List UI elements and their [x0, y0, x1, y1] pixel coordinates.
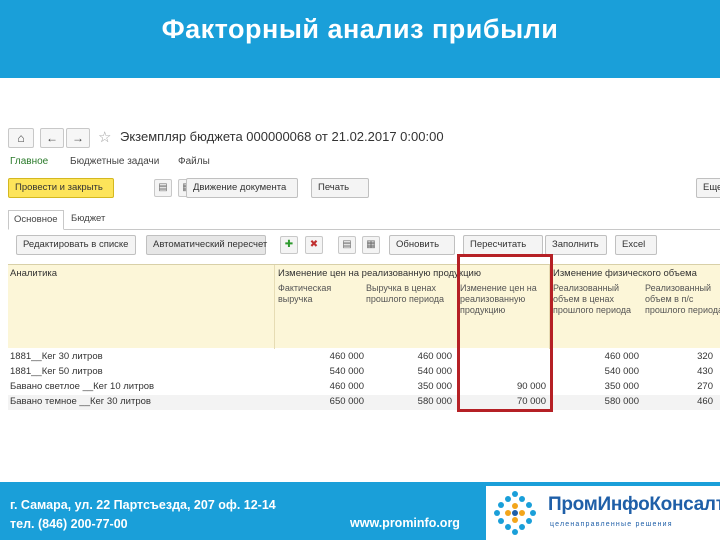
- doc-movement-button[interactable]: Движение документа: [186, 178, 298, 198]
- column-analytics: Аналитика: [10, 268, 58, 279]
- menu-main[interactable]: Главное: [10, 156, 48, 167]
- slide-title: Факторный анализ прибыли: [161, 14, 559, 44]
- logo-name: ПромИнфоКонсалт: [548, 494, 720, 515]
- main-toolbar: Провести и закрыть ▤ ▦ Движение документ…: [8, 178, 720, 202]
- menu-budget-tasks[interactable]: Бюджетные задачи: [70, 156, 159, 167]
- document-title: Экземпляр бюджета 000000068 от 21.02.201…: [120, 129, 444, 144]
- price-change-highlight: [457, 254, 553, 412]
- slide-header: Факторный анализ прибыли: [0, 0, 720, 78]
- table-row[interactable]: 1881__Кег 50 литров 540 000 540 000 540 …: [8, 365, 720, 380]
- column-prev-price-revenue: Выручка в ценах прошлого периода: [366, 283, 445, 304]
- contact-address: г. Самара, ул. 22 Партсъезда, 207 оф. 12…: [10, 496, 276, 534]
- table-row[interactable]: Бавано светлое __Кег 10 литров 460 000 3…: [8, 380, 720, 395]
- edit-in-list-button[interactable]: Редактировать в списке: [16, 235, 136, 255]
- column-actual-revenue: Фактическая выручка: [278, 283, 332, 304]
- excel-button[interactable]: Excel: [615, 235, 657, 255]
- back-arrow-icon[interactable]: ←: [40, 128, 64, 148]
- website-link[interactable]: www.prominfo.org: [350, 516, 460, 530]
- home-icon[interactable]: ⌂: [8, 128, 34, 148]
- refresh-button[interactable]: Обновить: [389, 235, 455, 255]
- column-volume-prev-cost: Реализованный объем в п/с прошлого перио…: [645, 283, 720, 315]
- phone-line: тел. (846) 200-77-00: [10, 517, 128, 531]
- logo-tagline: целенаправленные решения: [550, 521, 673, 528]
- table-toolbar: Редактировать в списке Автоматический пе…: [8, 235, 720, 259]
- column-volume-prev-price: Реализованный объем в ценах прошлого пер…: [553, 283, 632, 315]
- auto-recalc-button[interactable]: Автоматический пересчет: [146, 235, 267, 255]
- group-volume-change: Изменение физического объема: [553, 268, 697, 279]
- tab-budget[interactable]: Бюджет: [66, 210, 110, 230]
- tab-bar: Основное Бюджет: [8, 208, 720, 230]
- more-button[interactable]: Еще: [696, 178, 720, 198]
- fill-button[interactable]: Заполнить: [545, 235, 607, 255]
- recalc-button[interactable]: Пересчитать: [463, 235, 543, 255]
- window-titlebar: ⌂ ← → ☆ Экземпляр бюджета 000000068 от 2…: [8, 118, 720, 152]
- table-row[interactable]: Бавано темное __Кег 30 литров 650 000 58…: [8, 395, 720, 410]
- tab-main[interactable]: Основное: [8, 210, 64, 230]
- favorite-star-icon[interactable]: ☆: [98, 128, 111, 148]
- copy-icon[interactable]: ▤: [338, 236, 356, 254]
- app-screenshot: ⌂ ← → ☆ Экземпляр бюджета 000000068 от 2…: [8, 118, 720, 418]
- forward-arrow-icon[interactable]: →: [66, 128, 90, 148]
- paste-icon[interactable]: ▦: [362, 236, 380, 254]
- add-icon[interactable]: ✚: [280, 236, 298, 254]
- logo-mark-icon: [494, 491, 536, 535]
- delete-icon[interactable]: ✖: [305, 236, 323, 254]
- post-and-close-button[interactable]: Провести и закрыть: [8, 178, 114, 198]
- address-line: г. Самара, ул. 22 Партсъезда, 207 оф. 12…: [10, 498, 276, 512]
- company-logo: ПромИнфоКонсалт целенаправленные решения: [486, 486, 720, 540]
- print-button[interactable]: Печать: [311, 178, 369, 198]
- menu-files[interactable]: Файлы: [178, 156, 210, 167]
- table-row[interactable]: 1881__Кег 30 литров 460 000 460 000 460 …: [8, 350, 720, 365]
- save-icon[interactable]: ▤: [154, 179, 172, 197]
- table-header: Аналитика Изменение цен на реализованную…: [8, 264, 720, 349]
